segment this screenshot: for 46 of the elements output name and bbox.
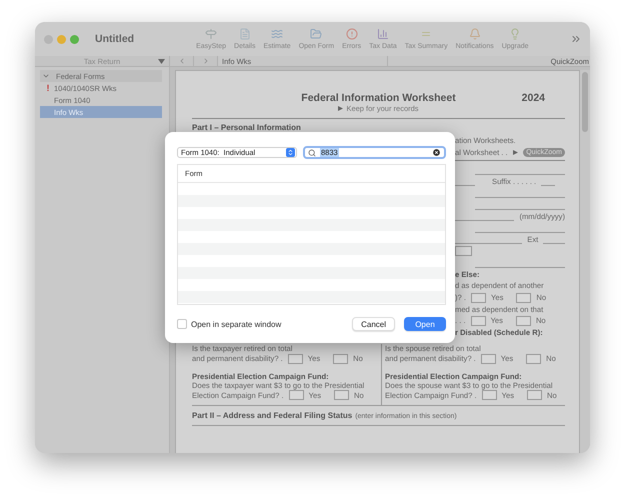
bar-chart-icon — [376, 28, 389, 40]
lightbulb-icon — [509, 28, 522, 40]
clear-icon[interactable] — [432, 148, 441, 157]
cancel-button[interactable]: Cancel — [352, 317, 395, 331]
signpost-icon — [205, 28, 218, 40]
bell-icon — [468, 28, 481, 40]
chevron-icon[interactable] — [42, 72, 50, 80]
zoom-button[interactable] — [70, 34, 79, 44]
input-field[interactable] — [455, 246, 472, 256]
scrollbar[interactable] — [580, 70, 590, 453]
answer-box[interactable] — [480, 354, 496, 364]
answer-box[interactable] — [482, 390, 497, 400]
alert-icon — [346, 28, 358, 40]
table-row[interactable] — [178, 195, 445, 207]
open-button[interactable]: Open — [404, 317, 446, 331]
answer-box[interactable] — [526, 354, 542, 364]
section-heading: Part I – Personal Information — [192, 123, 302, 132]
search-icon — [308, 148, 316, 156]
folder-icon — [310, 28, 322, 40]
answer-box[interactable] — [470, 292, 486, 303]
stepper-icon — [286, 148, 295, 157]
answer-box[interactable] — [470, 316, 486, 326]
document-icon — [238, 28, 251, 40]
table-row[interactable] — [178, 291, 445, 303]
waves-icon — [271, 28, 284, 40]
answer-box[interactable] — [516, 292, 532, 303]
table-row[interactable] — [178, 267, 445, 279]
window-title: Untitled — [95, 33, 134, 45]
caret-icon — [158, 59, 165, 64]
triangle-icon — [513, 150, 518, 155]
worksheet-title: Federal Information Worksheet — [301, 92, 456, 104]
table-row[interactable] — [178, 219, 445, 231]
answer-box[interactable] — [334, 390, 349, 400]
answer-box[interactable] — [288, 390, 304, 400]
answer-box[interactable] — [288, 354, 303, 364]
triangle-icon — [338, 106, 344, 111]
section-heading: Part II – Address and Federal Filing Status — [192, 411, 352, 420]
answer-box[interactable] — [516, 316, 531, 326]
answer-box[interactable] — [333, 354, 348, 364]
minimize-button[interactable] — [57, 34, 66, 44]
separate-window-checkbox[interactable]: Open in separate window — [177, 319, 282, 329]
table-row[interactable] — [178, 243, 445, 255]
chevrons-right-icon[interactable] — [570, 33, 582, 45]
tax-year: 2024 — [522, 92, 545, 104]
answer-box[interactable] — [527, 390, 542, 400]
error-mark: ! — [46, 83, 50, 93]
